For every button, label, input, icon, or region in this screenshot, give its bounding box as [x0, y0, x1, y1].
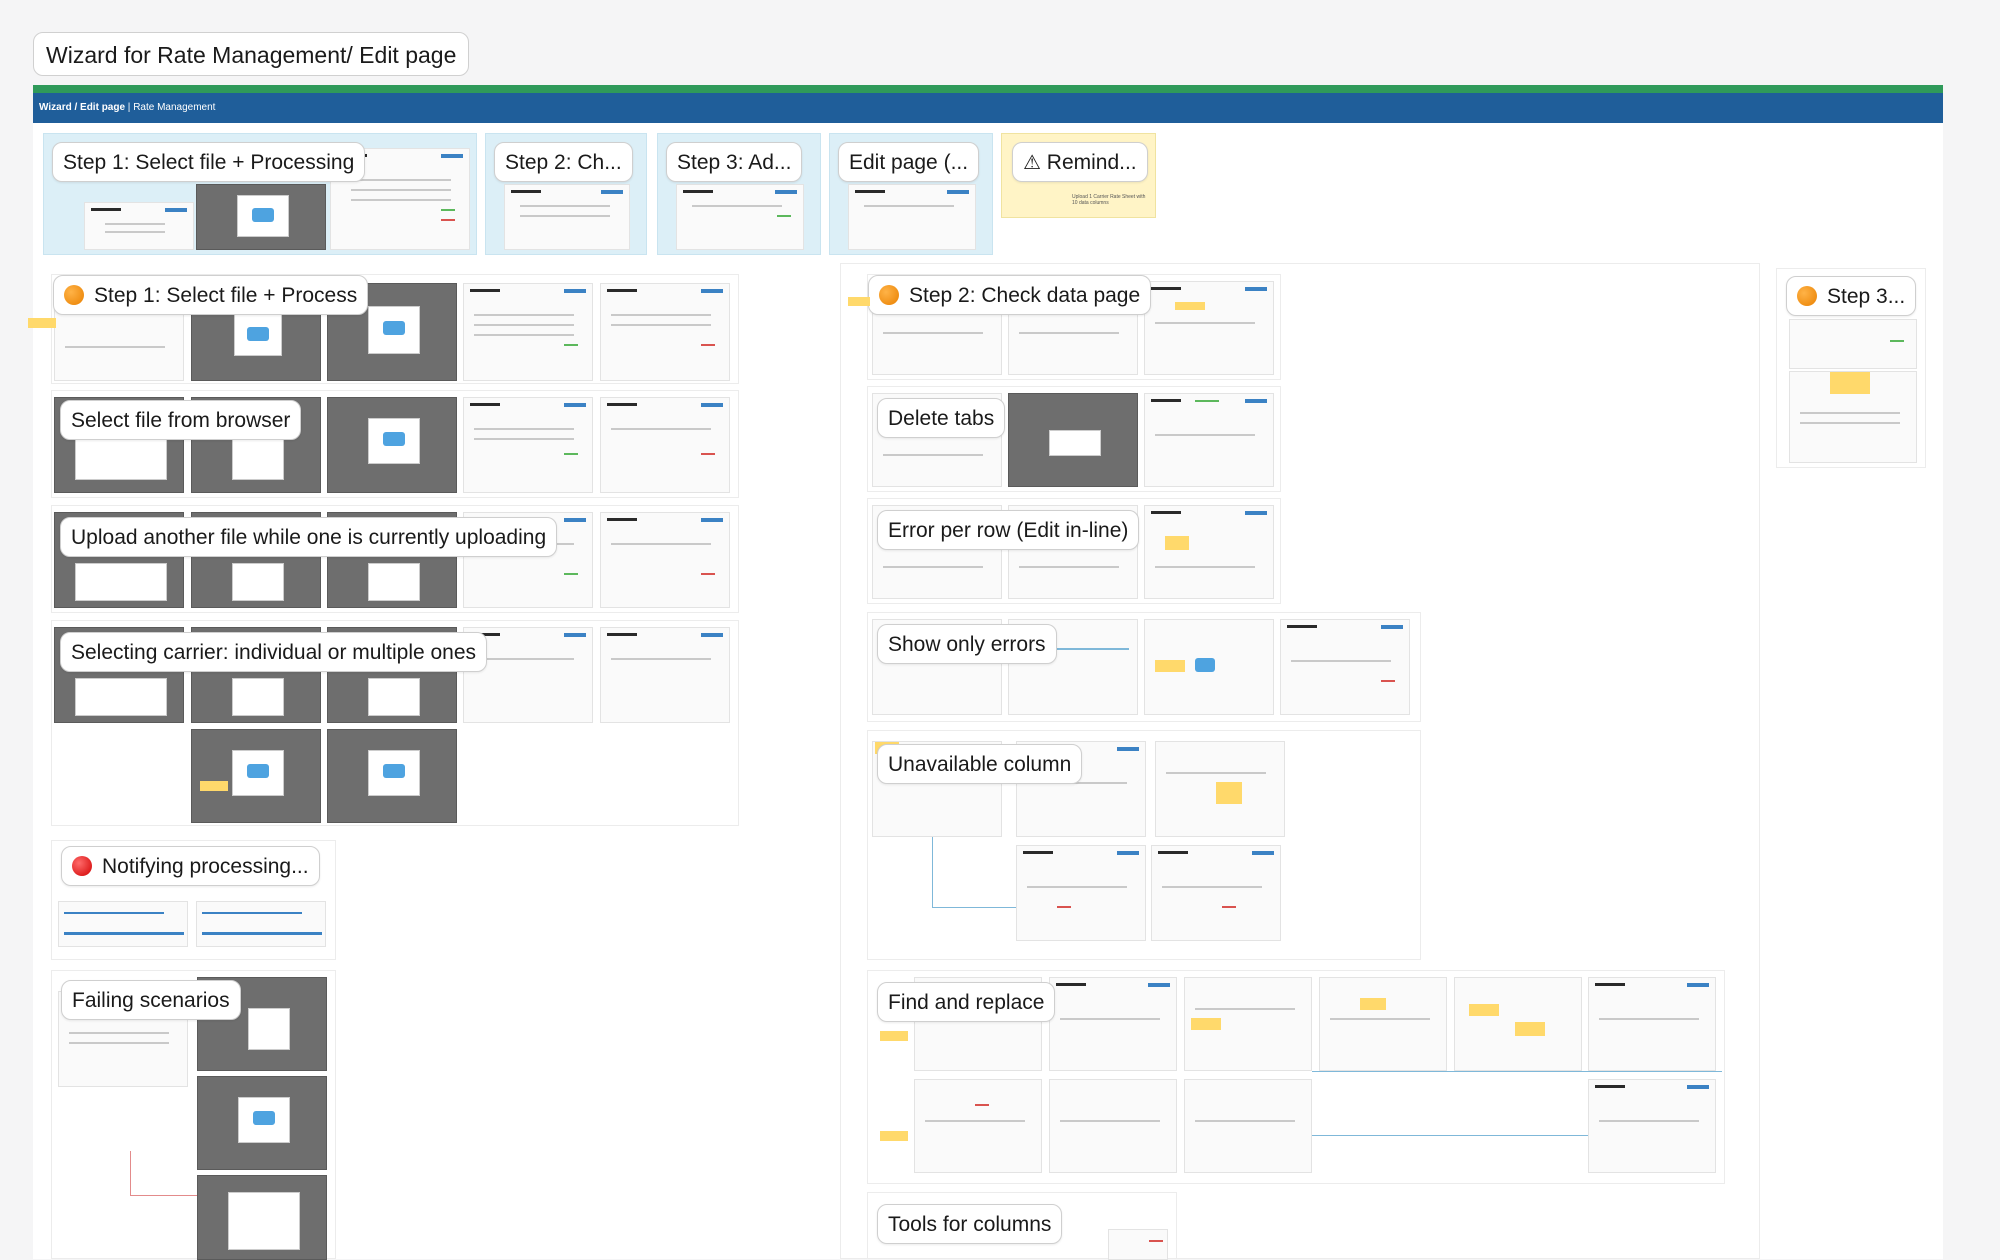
orange-dot-icon: [1797, 286, 1817, 306]
r6-thumb-5: [1454, 977, 1582, 1071]
r6-thumb-2: [1049, 977, 1177, 1071]
reminder-label: Remind...: [1046, 151, 1137, 174]
r6-thumb-4: [1319, 977, 1447, 1071]
s1-thumb-5: [600, 283, 730, 381]
section-label-tools-columns[interactable]: Tools for columns: [877, 1204, 1063, 1244]
r8-thumb-2: [1789, 371, 1917, 463]
s1-thumb-1: [54, 305, 184, 381]
connector: [1312, 1135, 1588, 1136]
s2-thumb-3: [327, 397, 457, 493]
step2-thumb: [504, 184, 630, 250]
s4-thumb-6: [191, 729, 321, 823]
step-tab-edit[interactable]: Edit page (...: [838, 142, 980, 182]
board-title: Wizard for Rate Management/ Edit page: [33, 32, 470, 76]
sticky-note: [880, 1131, 908, 1141]
sticky-note: [880, 1031, 908, 1041]
s4-thumb-7: [327, 729, 457, 823]
s6-thumb-3: [197, 1076, 327, 1170]
r6-thumb-7: [914, 1079, 1042, 1173]
section-label-step2[interactable]: Step 2: Check data page: [868, 275, 1152, 315]
r5-thumb-3: [1155, 741, 1285, 837]
s5-thumb-1: [58, 901, 188, 947]
connector: [130, 1195, 197, 1196]
step-tab-reminder[interactable]: ⚠ Remind...: [1012, 142, 1148, 182]
r2-thumb-2: [1008, 393, 1138, 487]
section-label-step3[interactable]: Step 3...: [1786, 276, 1917, 316]
section-label-show-only-errors[interactable]: Show only errors: [877, 624, 1057, 664]
connector: [1312, 1071, 1722, 1072]
orange-dot-icon: [64, 285, 84, 305]
connector: [932, 837, 933, 907]
section-label-step1[interactable]: Step 1: Select file + Process: [53, 275, 369, 315]
section-label-selecting-carrier[interactable]: Selecting carrier: individual or multipl…: [60, 632, 488, 672]
step-tab-2[interactable]: Step 2: Ch...: [494, 142, 633, 182]
r6-thumb-3: [1184, 977, 1312, 1071]
breadcrumb-current[interactable]: Wizard / Edit page: [39, 102, 125, 113]
orange-dot-icon: [879, 285, 899, 305]
sticky-note: [848, 297, 870, 306]
sticky-note: [28, 318, 56, 328]
step-tab-1[interactable]: Step 1: Select file + Processing: [52, 142, 366, 182]
connector: [932, 907, 1016, 908]
step1-thumb-1: [84, 202, 194, 250]
s1-thumb-4: [463, 283, 593, 381]
section-label-delete-tabs[interactable]: Delete tabs: [877, 398, 1006, 438]
red-dot-icon: [72, 856, 92, 876]
sticky-note: [200, 781, 228, 791]
section-label-upload-another[interactable]: Upload another file while one is current…: [60, 517, 558, 557]
top-green-bar: [33, 85, 1943, 93]
step1-thumb-2: [196, 184, 326, 250]
r5-thumb-4: [1016, 845, 1146, 941]
section-label-unavailable-column[interactable]: Unavailable column: [877, 744, 1083, 784]
section-step2-title: Step 2: Check data page: [909, 284, 1141, 307]
section-label-error-per-row[interactable]: Error per row (Edit in-line): [877, 510, 1140, 550]
section-label-failing[interactable]: Failing scenarios: [61, 980, 241, 1020]
s6-thumb-4: [197, 1175, 327, 1260]
r7-thumb-1: [1108, 1229, 1168, 1260]
r5-thumb-5: [1151, 845, 1281, 941]
r1-thumb-3: [1144, 281, 1274, 375]
s4-thumb-5: [600, 627, 730, 723]
section-notifying-title: Notifying processing...: [102, 855, 309, 878]
r6-thumb-9: [1184, 1079, 1312, 1173]
r6-thumb-8: [1049, 1079, 1177, 1173]
r6-thumb-10: [1588, 1079, 1716, 1173]
step-tab-3[interactable]: Step 3: Ad...: [666, 142, 803, 182]
s2-thumb-5: [600, 397, 730, 493]
edit-page-thumb: [848, 184, 976, 250]
section-label-find-replace[interactable]: Find and replace: [877, 982, 1056, 1022]
section-label-select-file[interactable]: Select file from browser: [60, 400, 302, 440]
reminder-text: Upload 1 Carrier Rate Sheet with 10 data…: [1072, 194, 1146, 206]
section-step3-title: Step 3...: [1827, 285, 1906, 308]
step3-thumb: [676, 184, 804, 250]
warning-icon: ⚠: [1023, 152, 1041, 174]
section-label-notifying[interactable]: Notifying processing...: [61, 846, 320, 886]
r4-thumb-4: [1280, 619, 1410, 715]
r8-thumb-1: [1789, 319, 1917, 369]
breadcrumb-separator: |: [125, 102, 134, 113]
r2-thumb-3: [1144, 393, 1274, 487]
r6-thumb-6: [1588, 977, 1716, 1071]
top-nav-bar: Wizard / Edit page | Rate Management: [33, 93, 1943, 123]
r3-thumb-3: [1144, 505, 1274, 599]
connector: [130, 1151, 131, 1195]
breadcrumb-parent[interactable]: Rate Management: [133, 102, 215, 113]
s5-thumb-2: [196, 901, 326, 947]
section-step1-title: Step 1: Select file + Process: [94, 284, 358, 307]
r4-thumb-3: [1144, 619, 1274, 715]
s2-thumb-4: [463, 397, 593, 493]
s3-thumb-5: [600, 512, 730, 608]
